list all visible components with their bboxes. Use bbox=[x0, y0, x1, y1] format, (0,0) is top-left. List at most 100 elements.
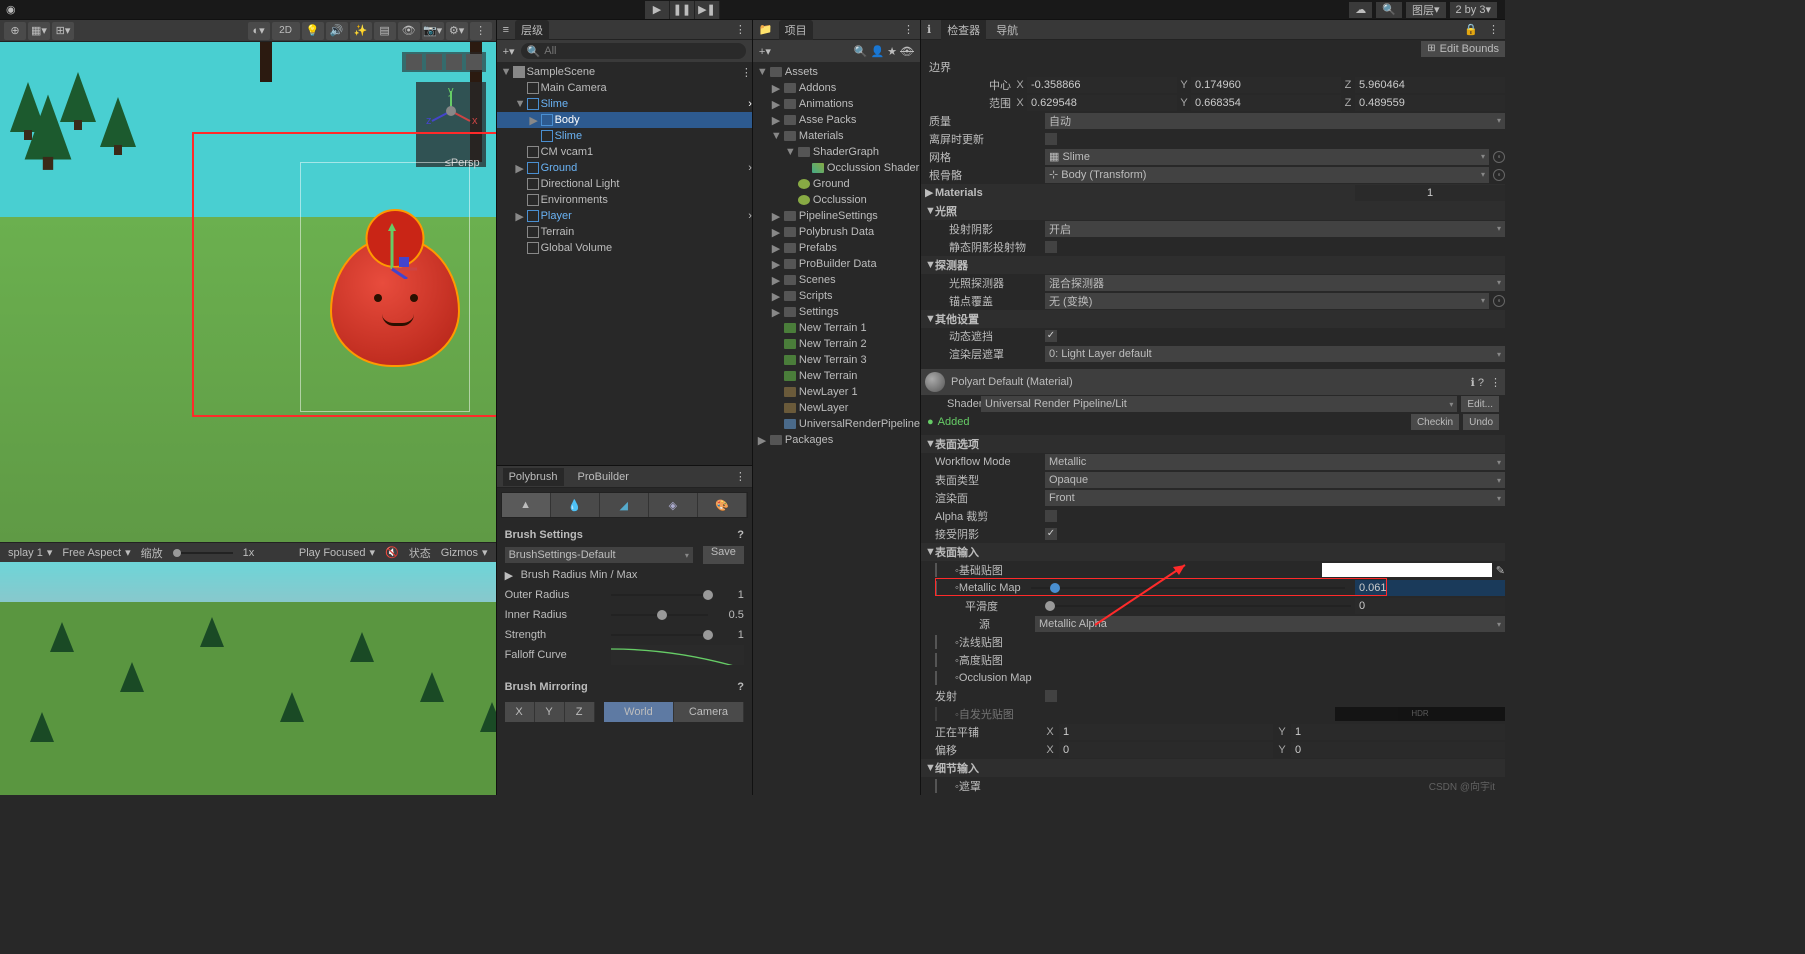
inner-radius-slider[interactable] bbox=[611, 614, 708, 616]
project-folder[interactable]: Settings bbox=[799, 306, 839, 318]
mode-sculpt-icon[interactable]: ▲ bbox=[502, 493, 551, 517]
offset-y-field[interactable] bbox=[1291, 742, 1505, 758]
smoothness-value[interactable] bbox=[1355, 598, 1505, 614]
hierarchy-tab[interactable]: 层级 bbox=[515, 20, 549, 40]
tiling-x-field[interactable] bbox=[1059, 724, 1273, 740]
material-header[interactable]: Polyart Default (Material) ℹ ?⋮ bbox=[921, 369, 1505, 395]
lighting-header[interactable]: 光照 bbox=[935, 203, 957, 219]
tool-grid-icon[interactable]: ⊞▾ bbox=[52, 22, 74, 40]
normalmap-texture[interactable] bbox=[935, 635, 937, 649]
surface-options-header[interactable]: 表面选项 bbox=[935, 436, 979, 452]
quality-dropdown[interactable]: 自动 bbox=[1045, 113, 1505, 129]
undo-button[interactable]: Undo bbox=[1463, 414, 1499, 430]
project-folder[interactable]: ShaderGraph bbox=[813, 146, 879, 158]
metallic-slider[interactable] bbox=[1031, 587, 1345, 589]
scene-view-tools[interactable] bbox=[402, 52, 486, 72]
cube4-icon[interactable] bbox=[466, 54, 482, 70]
mirror-camera-button[interactable]: Camera bbox=[674, 702, 744, 722]
project-item[interactable]: New Terrain 2 bbox=[799, 338, 867, 350]
gizmos-dropdown[interactable]: Gizmos ▾ bbox=[441, 546, 488, 559]
2d-toggle[interactable]: 2D bbox=[272, 22, 300, 40]
panel-menu-icon[interactable]: ⋮ bbox=[903, 23, 914, 36]
outer-radius-slider[interactable] bbox=[611, 594, 708, 596]
dynocc-checkbox[interactable] bbox=[1045, 330, 1057, 342]
hierarchy-item[interactable]: Directional Light bbox=[541, 178, 620, 190]
smoothness-slider[interactable] bbox=[1045, 605, 1351, 607]
strength-slider[interactable] bbox=[611, 634, 708, 636]
playmode-dropdown[interactable]: Play Focused ▾ bbox=[299, 546, 375, 559]
project-item[interactable]: Occlussion bbox=[813, 194, 867, 206]
project-folder[interactable]: Animations bbox=[799, 98, 853, 110]
aspect-dropdown[interactable]: Free Aspect ▾ bbox=[62, 546, 130, 559]
hierarchy-tree[interactable]: ▼SampleScene⋮ Main Camera ▼Slime› ▶Body … bbox=[497, 62, 752, 465]
materials-count[interactable] bbox=[1355, 185, 1505, 201]
staticshadow-checkbox[interactable] bbox=[1045, 241, 1057, 253]
cloud-icon[interactable]: ☁ bbox=[1349, 2, 1372, 18]
tool-handle-icon[interactable]: ▦▾ bbox=[28, 22, 50, 40]
renderface-dropdown[interactable]: Front bbox=[1045, 490, 1505, 506]
brush-preset-dropdown[interactable]: BrushSettings-Default bbox=[505, 547, 693, 563]
mesh-picker-icon[interactable] bbox=[1493, 151, 1505, 163]
gizmos-icon[interactable]: ⚙▾ bbox=[446, 22, 468, 40]
hierarchy-item[interactable]: Player bbox=[541, 210, 572, 222]
source-dropdown[interactable]: Metallic Alpha bbox=[1035, 616, 1505, 632]
fx-icon[interactable]: ✨ bbox=[350, 22, 372, 40]
probes-header[interactable]: 探测器 bbox=[935, 257, 968, 273]
scene-view[interactable]: yxz ≤Persp bbox=[0, 42, 496, 542]
stats-button[interactable]: 状态 bbox=[409, 545, 431, 561]
hierarchy-item[interactable]: Terrain bbox=[541, 226, 575, 238]
lighting-icon[interactable]: 💡 bbox=[302, 22, 324, 40]
extent-x-field[interactable] bbox=[1027, 95, 1177, 111]
project-folder[interactable]: Scripts bbox=[799, 290, 833, 302]
workflow-dropdown[interactable]: Metallic bbox=[1045, 454, 1505, 470]
project-folder[interactable]: Prefabs bbox=[799, 242, 837, 254]
project-item[interactable]: New Terrain 1 bbox=[799, 322, 867, 334]
help-icon[interactable]: ? bbox=[737, 529, 744, 541]
center-y-field[interactable] bbox=[1191, 77, 1341, 93]
project-item[interactable]: NewLayer 1 bbox=[799, 386, 858, 398]
material-menu-icon[interactable]: ⋮ bbox=[1490, 376, 1501, 389]
lock-icon[interactable]: 🔒 bbox=[1464, 23, 1478, 36]
panel-menu-icon[interactable]: ⋮ bbox=[735, 23, 746, 36]
surftype-dropdown[interactable]: Opaque bbox=[1045, 472, 1505, 488]
add-button[interactable]: +▾ bbox=[759, 45, 771, 58]
cube2-icon[interactable] bbox=[426, 54, 442, 70]
audio-icon[interactable]: 🔊 bbox=[326, 22, 348, 40]
project-folder[interactable]: ProBuilder Data bbox=[799, 258, 877, 270]
project-tab[interactable]: 项目 bbox=[779, 20, 813, 40]
mute-icon[interactable]: 🔇 bbox=[385, 546, 399, 559]
mode-smooth-icon[interactable]: 💧 bbox=[551, 493, 600, 517]
help-icon[interactable]: ? bbox=[737, 681, 744, 693]
other-header[interactable]: 其他设置 bbox=[935, 311, 979, 327]
metallic-value-field[interactable] bbox=[1355, 580, 1505, 596]
anchor-field[interactable]: 无 (变换) bbox=[1045, 293, 1489, 309]
mode-prefab-icon[interactable]: ◈ bbox=[649, 493, 698, 517]
more-icon[interactable]: ⋮ bbox=[470, 22, 492, 40]
project-folder[interactable]: Materials bbox=[799, 130, 844, 142]
edit-bounds-button[interactable]: ⊞ Edit Bounds bbox=[1421, 41, 1505, 57]
extent-y-field[interactable] bbox=[1191, 95, 1341, 111]
recvshadow-checkbox[interactable] bbox=[1045, 528, 1057, 540]
surface-inputs-header[interactable]: 表面输入 bbox=[935, 544, 979, 560]
favorite-icon[interactable]: ★ bbox=[887, 45, 897, 58]
cube1-icon[interactable] bbox=[406, 54, 422, 70]
project-tree[interactable]: ▼Assets ▶Addons ▶Animations ▶Asse Packs … bbox=[753, 62, 920, 795]
search-icon[interactable]: 🔍 bbox=[854, 45, 868, 58]
game-view[interactable] bbox=[0, 562, 496, 795]
rootbone-field[interactable]: ⊹ Body (Transform) bbox=[1045, 167, 1489, 183]
cube3-icon[interactable] bbox=[446, 54, 462, 70]
pause-button[interactable]: ❚❚ bbox=[670, 1, 695, 19]
hierarchy-item[interactable]: Ground bbox=[541, 162, 578, 174]
rootbone-picker-icon[interactable] bbox=[1493, 169, 1505, 181]
scale-slider[interactable] bbox=[173, 552, 233, 554]
tab-probuilder[interactable]: ProBuilder bbox=[574, 469, 633, 485]
checkin-button[interactable]: Checkin bbox=[1411, 414, 1459, 430]
mask-texture[interactable] bbox=[935, 779, 937, 793]
display-dropdown[interactable]: splay 1 ▾ bbox=[8, 546, 52, 559]
hierarchy-item[interactable]: Environments bbox=[541, 194, 608, 206]
materials-header[interactable]: Materials bbox=[935, 187, 983, 199]
tiling-y-field[interactable] bbox=[1291, 724, 1505, 740]
play-button[interactable]: ▶ bbox=[645, 1, 670, 19]
project-packages[interactable]: Packages bbox=[785, 434, 833, 446]
mirror-x-button[interactable]: X bbox=[505, 702, 535, 722]
